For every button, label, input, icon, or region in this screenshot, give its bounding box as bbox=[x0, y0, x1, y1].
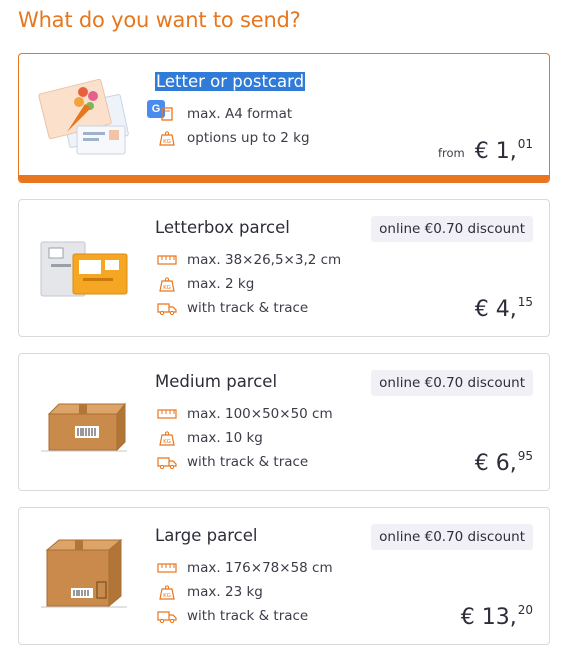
ruler-icon bbox=[157, 252, 177, 268]
price-main: € 1, bbox=[474, 139, 517, 164]
svg-text:KG: KG bbox=[163, 439, 171, 445]
medium-parcel-illustration bbox=[41, 402, 127, 452]
price: € 13, 20 bbox=[460, 603, 533, 630]
svg-text:KG: KG bbox=[163, 139, 171, 145]
option-title: Medium parcel bbox=[155, 372, 278, 391]
svg-text:KG: KG bbox=[163, 593, 171, 599]
large-parcel-illustration bbox=[41, 538, 127, 608]
price-main: € 13, bbox=[460, 605, 517, 630]
spec-tracking: with track & trace bbox=[157, 454, 308, 470]
selected-indicator-bar bbox=[19, 175, 549, 182]
delivery-van-icon bbox=[157, 608, 177, 624]
price-cents: 20 bbox=[517, 603, 533, 617]
spec-weight: KG max. 10 kg bbox=[157, 430, 263, 446]
price-cents: 95 bbox=[517, 449, 533, 463]
spec-tracking: with track & trace bbox=[157, 608, 308, 624]
online-discount-badge: online €0.70 discount bbox=[371, 370, 533, 396]
option-card-medium-parcel[interactable]: Medium parcel online €0.70 discount max.… bbox=[18, 353, 550, 491]
online-discount-badge: online €0.70 discount bbox=[371, 216, 533, 242]
price: € 6, 95 bbox=[474, 449, 533, 476]
ruler-icon bbox=[157, 560, 177, 576]
option-card-large-parcel[interactable]: Large parcel online €0.70 discount max. … bbox=[18, 507, 550, 645]
letterbox-parcel-illustration bbox=[40, 241, 128, 297]
option-title: Letter or postcard bbox=[155, 72, 306, 91]
letter-postcard-illustration bbox=[38, 78, 129, 155]
weight-icon: KG bbox=[157, 130, 177, 146]
option-title: Large parcel bbox=[155, 526, 258, 545]
price-cents: 01 bbox=[517, 137, 533, 151]
price-main: € 4, bbox=[474, 297, 517, 322]
online-discount-badge: online €0.70 discount bbox=[371, 524, 533, 550]
spec-dimensions: max. 176×78×58 cm bbox=[157, 560, 333, 576]
weight-icon: KG bbox=[157, 584, 177, 600]
delivery-van-icon bbox=[157, 454, 177, 470]
svg-text:KG: KG bbox=[163, 285, 171, 291]
spec-weight: KG max. 2 kg bbox=[157, 276, 254, 292]
option-card-letterbox-parcel[interactable]: Letterbox parcel online €0.70 discount m… bbox=[18, 199, 550, 337]
price: € 4, 15 bbox=[474, 295, 533, 322]
price: from € 1, 01 bbox=[437, 137, 533, 164]
page-title: What do you want to send? bbox=[18, 8, 301, 32]
spec-weight: KG options up to 2 kg bbox=[157, 130, 310, 146]
weight-icon: KG bbox=[157, 276, 177, 292]
spec-format: max. A4 format bbox=[157, 106, 292, 122]
option-card-letter[interactable]: Letter or postcard G max. A4 format KG o… bbox=[18, 53, 550, 183]
spec-dimensions: max. 38×26,5×3,2 cm bbox=[157, 252, 341, 268]
spec-weight: KG max. 23 kg bbox=[157, 584, 263, 600]
price-from-label: from bbox=[437, 146, 465, 160]
spec-dimensions: max. 100×50×50 cm bbox=[157, 406, 333, 422]
delivery-van-icon bbox=[157, 300, 177, 316]
spec-tracking: with track & trace bbox=[157, 300, 308, 316]
format-icon bbox=[157, 106, 177, 122]
weight-icon: KG bbox=[157, 430, 177, 446]
ruler-icon bbox=[157, 406, 177, 422]
price-cents: 15 bbox=[517, 295, 533, 309]
price-main: € 6, bbox=[474, 451, 517, 476]
option-title: Letterbox parcel bbox=[155, 218, 290, 237]
